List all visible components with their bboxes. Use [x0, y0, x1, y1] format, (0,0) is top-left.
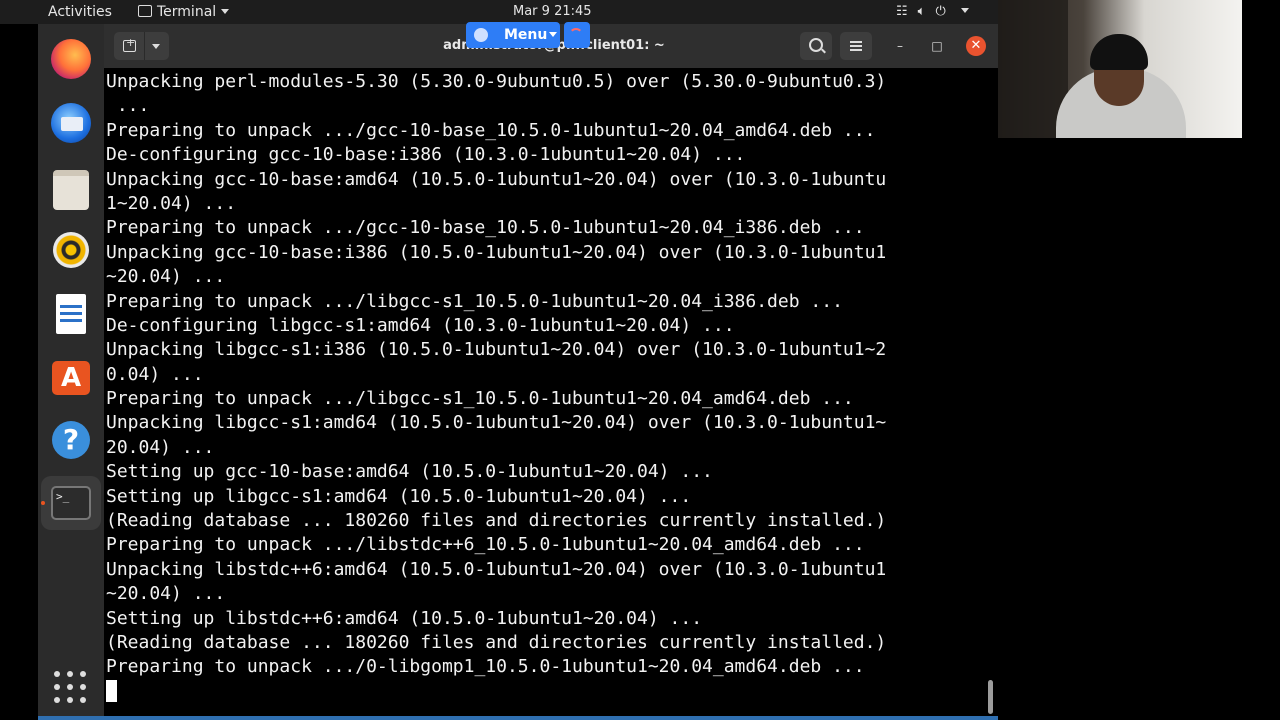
app-menu-label: Terminal [157, 4, 217, 20]
show-applications-button[interactable] [54, 671, 86, 703]
terminal-line: Unpacking gcc-10-base:amd64 (10.5.0-1ubu… [106, 168, 887, 190]
terminal-line: Preparing to unpack .../0-libgomp1_10.5.… [106, 656, 865, 678]
remote-menu-button[interactable]: Menu [466, 22, 560, 48]
terminal-line: (Reading database ... 180260 files and d… [106, 510, 887, 532]
dock-help[interactable]: ? [44, 413, 98, 467]
terminal-line: De-configuring gcc-10-base:i386 (10.3.0-… [106, 144, 746, 166]
terminal-line: Preparing to unpack .../libgcc-s1_10.5.0… [106, 290, 843, 312]
chevron-down-icon [960, 8, 969, 13]
menu-icon [474, 28, 488, 42]
terminal-line: Setting up libgcc-s1:amd64 (10.5.0-1ubun… [106, 485, 692, 507]
dock-terminal[interactable]: >_ [41, 476, 101, 530]
firefox-icon [51, 39, 91, 79]
terminal-line: 1~20.04) ... [106, 192, 237, 214]
running-indicator [41, 501, 45, 505]
power-icon: ⏻ [935, 4, 946, 19]
remote-menu-label: Menu [504, 27, 548, 43]
document-line [60, 312, 82, 315]
presenter-beanie [1090, 34, 1148, 70]
chevron-down-icon [221, 9, 230, 14]
network-icon: ☷ [896, 4, 908, 19]
terminal-line: Preparing to unpack .../libstdc++6_10.5.… [106, 534, 865, 556]
search-button[interactable] [800, 32, 832, 60]
hamburger-icon [850, 49, 862, 51]
terminal-line: Unpacking libgcc-s1:i386 (10.5.0-1ubuntu… [106, 339, 887, 361]
tab-menu-button[interactable] [144, 32, 169, 60]
webcam-overlay [998, 0, 1242, 138]
terminal-line: Preparing to unpack .../gcc-10-base_10.5… [106, 217, 865, 239]
folder-icon [53, 170, 89, 210]
terminal-line: Preparing to unpack .../libgcc-s1_10.5.0… [106, 388, 854, 410]
grid-dot [80, 697, 86, 703]
grid-dot [54, 697, 60, 703]
terminal-line: ~20.04) ... [106, 583, 226, 605]
terminal-line: Unpacking perl-modules-5.30 (5.30.0-9ubu… [106, 71, 887, 92]
document-line [60, 305, 82, 308]
shopping-bag-icon: A [52, 361, 90, 395]
terminal-line: (Reading database ... 180260 files and d… [106, 631, 887, 653]
connection-button[interactable] [564, 22, 590, 48]
menu-button[interactable] [840, 32, 872, 60]
chevron-down-icon [152, 44, 160, 49]
terminal-line: 0.04) ... [106, 363, 204, 385]
grid-dot [67, 684, 73, 690]
help-icon: ? [52, 421, 90, 459]
volume-icon: 🔈︎ [917, 4, 926, 19]
close-button[interactable]: ✕ [966, 36, 986, 56]
terminal-line: ... [106, 95, 150, 117]
search-icon [809, 38, 823, 52]
text-cursor [106, 679, 117, 702]
grid-dot [54, 671, 60, 677]
grid-dot [67, 697, 73, 703]
dock-thunderbird[interactable] [44, 96, 98, 150]
terminal-line: Unpacking libstdc++6:amd64 (10.5.0-1ubun… [106, 558, 887, 580]
grid-dot [67, 671, 73, 677]
top-bar: Activities Terminal Mar 9 21:45 ☷ 🔈︎ ⏻ [0, 0, 998, 24]
terminal-line: ~20.04) ... [106, 266, 226, 288]
terminal-line: De-configuring libgcc-s1:amd64 (10.3.0-1… [106, 314, 735, 336]
new-tab-icon [123, 36, 136, 52]
terminal-line: 20.04) ... [106, 436, 215, 458]
minimize-button[interactable]: – [891, 37, 909, 55]
terminal-window: administrator@pl...client01: ~ – □ ✕ Unp… [104, 24, 998, 720]
grid-dot [54, 684, 60, 690]
dock-files[interactable] [44, 160, 98, 214]
dock-rhythmbox[interactable] [44, 223, 98, 277]
terminal-line: Unpacking libgcc-s1:amd64 (10.5.0-1ubunt… [106, 412, 887, 434]
new-tab-button[interactable] [114, 32, 144, 60]
system-tray[interactable]: ☷ 🔈︎ ⏻ [896, 0, 979, 24]
terminal-icon: >_ [51, 486, 91, 520]
dock-writer[interactable] [44, 287, 98, 341]
window-bottom-border [38, 716, 998, 720]
terminal-line: Setting up libstdc++6:amd64 (10.5.0-1ubu… [106, 607, 703, 629]
hamburger-icon [850, 45, 862, 47]
prompt-line[interactable] [106, 679, 986, 704]
grid-dot [80, 684, 86, 690]
chevron-down-icon [549, 32, 558, 37]
wifi-icon [569, 28, 583, 42]
terminal-line: Setting up gcc-10-base:amd64 (10.5.0-1ub… [106, 461, 713, 483]
terminal-line: Preparing to unpack .../gcc-10-base_10.5… [106, 119, 876, 141]
remote-toolbar: Menu [466, 22, 592, 48]
maximize-button[interactable]: □ [928, 37, 946, 55]
document-line [60, 319, 82, 322]
terminal-line: Unpacking gcc-10-base:i386 (10.5.0-1ubun… [106, 241, 887, 263]
hamburger-icon [850, 41, 862, 43]
scrollbar[interactable] [988, 680, 993, 714]
dock-software[interactable]: A [44, 349, 98, 403]
terminal-output[interactable]: Unpacking perl-modules-5.30 (5.30.0-9ubu… [106, 70, 986, 720]
envelope-icon [61, 117, 83, 131]
terminal-icon [138, 5, 152, 17]
dock: A ? >_ [38, 24, 104, 720]
grid-dot [80, 671, 86, 677]
app-menu-terminal[interactable]: Terminal [138, 0, 230, 24]
dock-firefox[interactable] [44, 32, 98, 86]
speaker-icon [53, 232, 89, 268]
activities-button[interactable]: Activities [48, 0, 112, 24]
clock[interactable]: Mar 9 21:45 [513, 0, 592, 24]
